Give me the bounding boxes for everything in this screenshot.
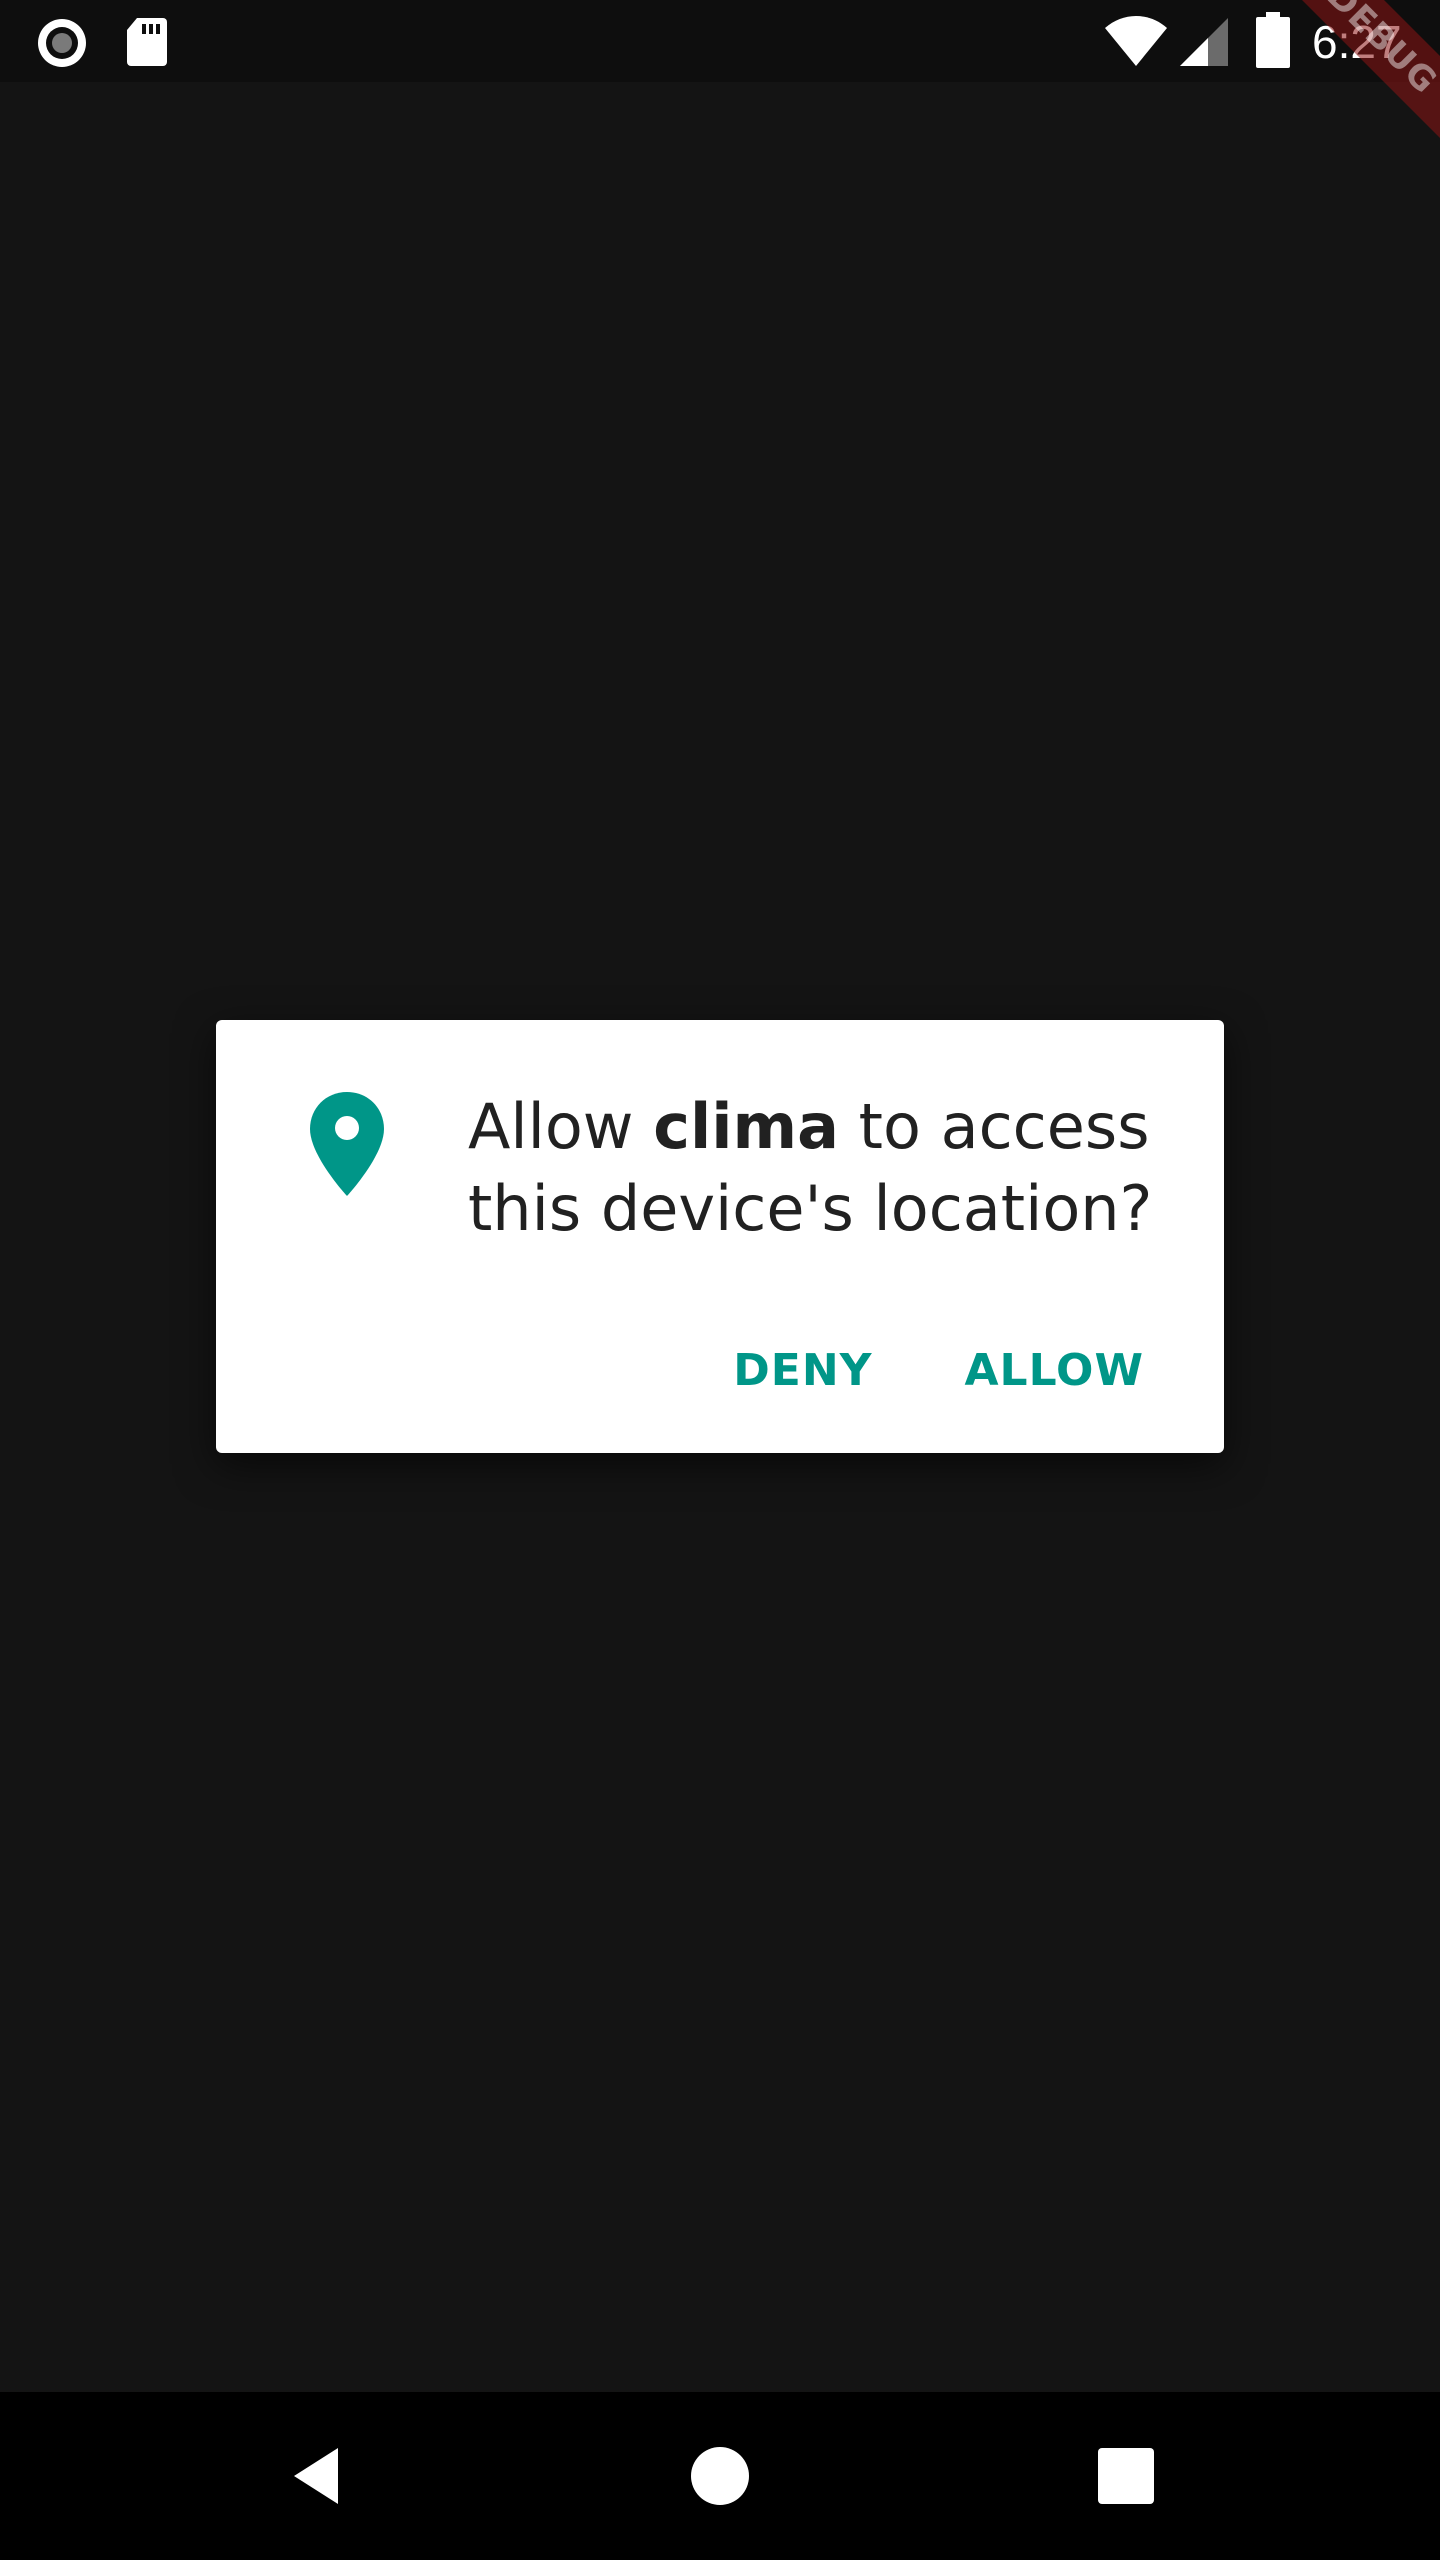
location-pin-icon	[308, 1090, 386, 1198]
navigation-bar	[0, 2392, 1440, 2560]
recents-icon[interactable]	[1088, 2438, 1164, 2514]
dialog-actions: DENY ALLOW	[665, 1320, 1168, 1420]
battery-icon	[1256, 12, 1290, 68]
dialog-message: Allow clima to access this device's loca…	[468, 1086, 1188, 1250]
deny-button[interactable]: DENY	[709, 1320, 896, 1420]
app-screen: 6:27 DEBUG Allow clima to access this de…	[0, 0, 1440, 2560]
status-bar: 6:27	[0, 0, 1440, 82]
wifi-icon	[1103, 14, 1169, 68]
message-suffix: to access	[838, 1090, 1150, 1163]
allow-button[interactable]: ALLOW	[941, 1320, 1169, 1420]
cell-signal-icon	[1178, 16, 1230, 68]
dialog-message-line1: Allow clima to access	[468, 1086, 1188, 1168]
dialog-message-line2: this device's location?	[468, 1172, 1153, 1245]
record-icon	[36, 17, 88, 69]
permission-dialog: Allow clima to access this device's loca…	[216, 1020, 1224, 1453]
back-icon[interactable]	[278, 2438, 354, 2514]
message-prefix: Allow	[468, 1090, 654, 1163]
home-icon[interactable]	[682, 2438, 758, 2514]
app-name: clima	[653, 1090, 839, 1163]
sd-card-icon	[125, 16, 169, 68]
